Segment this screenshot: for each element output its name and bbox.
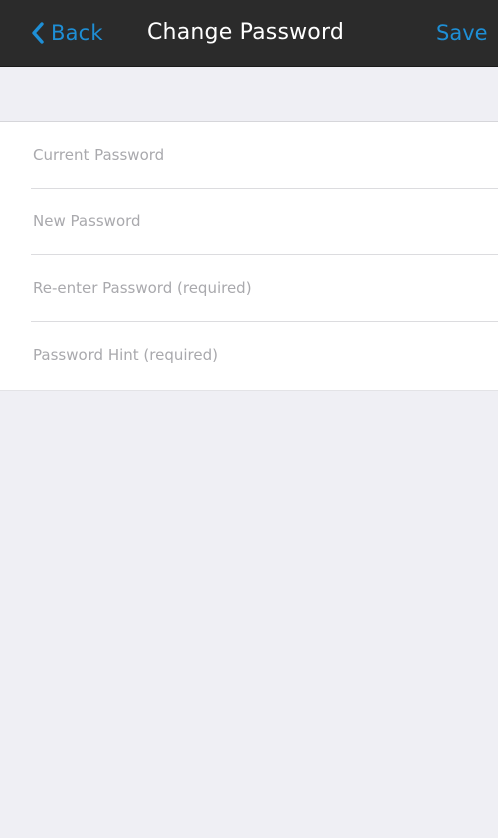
back-label: Back [51, 21, 103, 45]
new-password-field[interactable] [31, 212, 498, 230]
navigation-bar: Back Change Password Save [0, 0, 498, 66]
password-hint-field[interactable] [31, 346, 498, 364]
chevron-left-icon [31, 21, 45, 45]
password-hint-row [31, 322, 498, 388]
current-password-row [31, 122, 498, 189]
reenter-password-field[interactable] [31, 279, 498, 297]
save-button[interactable]: Save [436, 16, 488, 50]
password-form [0, 121, 498, 391]
page-title: Change Password [147, 20, 344, 45]
new-password-row [31, 188, 498, 255]
reenter-password-row [31, 255, 498, 322]
back-button[interactable]: Back [31, 16, 103, 50]
current-password-field[interactable] [31, 146, 498, 164]
